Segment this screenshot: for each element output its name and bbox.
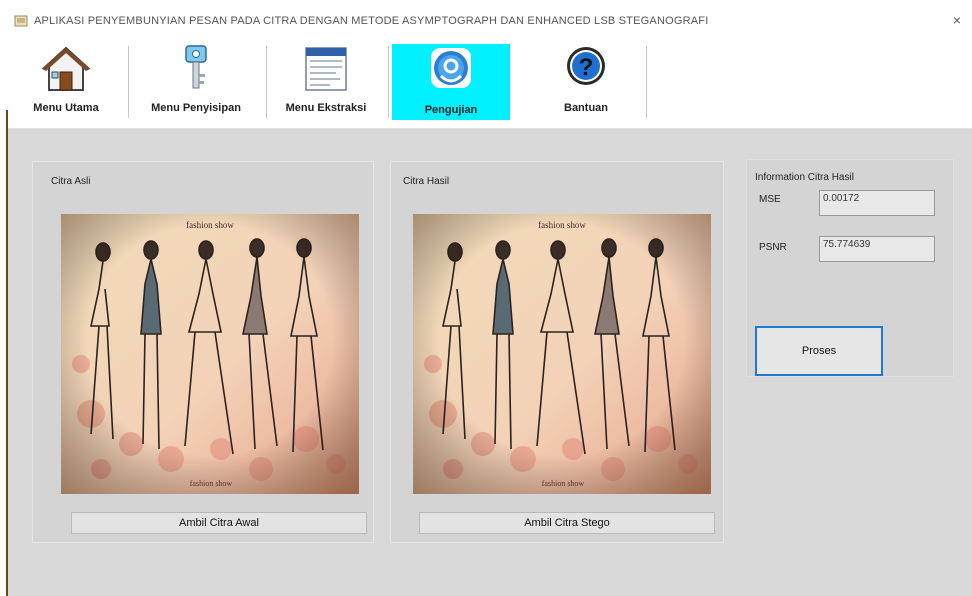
bantuan-button[interactable]: ? Bantuan bbox=[542, 42, 630, 120]
toolbar-separator bbox=[128, 46, 129, 118]
key-icon bbox=[185, 45, 207, 89]
menu-penyisipan-button[interactable]: Menu Penyisipan bbox=[134, 42, 258, 120]
main-toolbar: Menu Utama Menu Penyisipan Menu Ekstraks… bbox=[8, 38, 972, 129]
ambil-citra-awal-label: Ambil Citra Awal bbox=[179, 517, 259, 529]
svg-text:?: ? bbox=[579, 54, 594, 81]
title-bar: APLIKASI PENYEMBUNYIAN PESAN PADA CITRA … bbox=[8, 4, 972, 38]
left-window-edge bbox=[0, 0, 8, 596]
toolbar-separator bbox=[646, 46, 647, 118]
app-icon bbox=[14, 15, 28, 27]
pengujian-button[interactable]: Pengujian bbox=[392, 44, 510, 120]
document-icon bbox=[305, 47, 347, 91]
menu-ekstraksi-label: Menu Ekstraksi bbox=[285, 102, 367, 114]
fashion-sketch-image: fashion show fashion show bbox=[61, 214, 359, 494]
menu-ekstraksi-button[interactable]: Menu Ekstraksi bbox=[270, 42, 382, 120]
info-heading: Information Citra Hasil bbox=[755, 172, 854, 183]
main-content: Citra Asli Ambil Citra Awal Citra Hasil … bbox=[8, 129, 972, 596]
test-icon bbox=[431, 48, 471, 88]
help-icon: ? bbox=[567, 47, 605, 85]
proses-button[interactable]: Proses bbox=[755, 326, 883, 376]
toolbar-separator bbox=[266, 46, 267, 118]
info-panel: Information Citra Hasil MSE 0.00172 PSNR… bbox=[746, 159, 954, 377]
result-image-panel: Citra Hasil Ambil Citra Stego bbox=[390, 161, 724, 543]
menu-utama-button[interactable]: Menu Utama bbox=[14, 42, 118, 120]
proses-label: Proses bbox=[801, 345, 837, 357]
ambil-citra-stego-button[interactable]: Ambil Citra Stego bbox=[419, 512, 715, 534]
psnr-field[interactable]: 75.774639 bbox=[819, 236, 935, 262]
app-window: APLIKASI PENYEMBUNYIAN PESAN PADA CITRA … bbox=[8, 4, 972, 596]
original-image-label: Citra Asli bbox=[51, 176, 91, 187]
result-image: fashion show fashion show bbox=[413, 214, 711, 494]
pengujian-label: Pengujian bbox=[424, 104, 478, 116]
bantuan-label: Bantuan bbox=[564, 102, 608, 114]
original-image-panel: Citra Asli Ambil Citra Awal bbox=[32, 161, 374, 543]
psnr-label: PSNR bbox=[759, 242, 787, 253]
menu-penyisipan-label: Menu Penyisipan bbox=[151, 102, 241, 114]
mse-field[interactable]: 0.00172 bbox=[819, 190, 935, 216]
result-image-label: Citra Hasil bbox=[403, 176, 450, 187]
mse-label: MSE bbox=[759, 194, 781, 205]
toolbar-separator bbox=[388, 46, 389, 118]
window-title: APLIKASI PENYEMBUNYIAN PESAN PADA CITRA … bbox=[34, 15, 709, 27]
stego-sketch-image: fashion show fashion show bbox=[413, 214, 711, 494]
ambil-citra-stego-label: Ambil Citra Stego bbox=[524, 517, 610, 529]
original-image: fashion show fashion show bbox=[61, 214, 359, 494]
menu-utama-label: Menu Utama bbox=[33, 102, 99, 114]
home-icon bbox=[41, 46, 91, 91]
close-icon[interactable]: × bbox=[948, 12, 966, 28]
ambil-citra-awal-button[interactable]: Ambil Citra Awal bbox=[71, 512, 367, 534]
